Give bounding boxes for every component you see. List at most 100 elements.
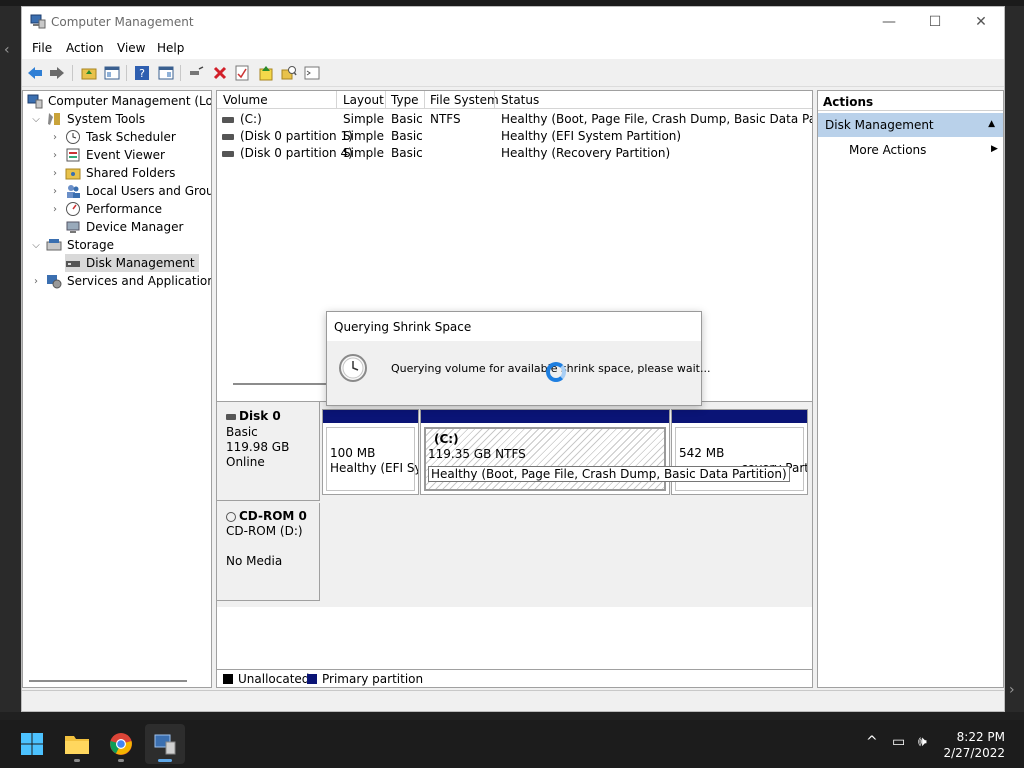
delete-button[interactable]: [210, 63, 230, 83]
cd-icon: [226, 511, 236, 522]
clock-time: 8:22 PM: [956, 730, 1005, 744]
disk-0-label[interactable]: Disk 0 Basic 119.98 GB Online: [217, 402, 320, 501]
tree-label: Performance: [86, 202, 163, 216]
properties-button[interactable]: [232, 63, 252, 83]
close-button[interactable]: ✕: [958, 7, 1004, 37]
file-explorer-button[interactable]: [57, 724, 97, 764]
disk-0-state: Online: [226, 455, 265, 469]
tree-node-device-manager[interactable]: Device Manager: [65, 218, 183, 236]
action-pane-button[interactable]: [156, 63, 176, 83]
expand-chevron-icon[interactable]: ›: [31, 272, 41, 290]
connect-drive-button[interactable]: [186, 63, 206, 83]
chrome-button[interactable]: [101, 724, 141, 764]
partition-size: 100 MB: [330, 446, 376, 460]
device-manager-icon: [65, 219, 81, 235]
column-divider[interactable]: [424, 91, 425, 109]
performance-icon: [65, 201, 81, 217]
network-icon[interactable]: ▭: [892, 734, 905, 750]
menu-file[interactable]: File: [32, 41, 52, 55]
menu-action[interactable]: Action: [66, 41, 104, 55]
table-row[interactable]: (C:) Simple Basic NTFS Healthy (Boot, Pa…: [217, 111, 812, 128]
expand-chevron-icon[interactable]: ›: [50, 200, 60, 218]
tree-horizontal-scrollbar[interactable]: [29, 680, 187, 682]
collapse-chevron-icon[interactable]: ⌵: [31, 110, 41, 128]
primary-partition-band: [421, 410, 669, 423]
column-divider[interactable]: [385, 91, 386, 109]
type-cell: Basic: [391, 112, 423, 126]
expand-chevron-icon[interactable]: ›: [50, 164, 60, 182]
tree-label: System Tools: [67, 112, 146, 126]
tree-label: Event Viewer: [86, 148, 165, 162]
column-header-status[interactable]: Status: [501, 93, 539, 107]
help-button[interactable]: ?: [132, 63, 152, 83]
shared-folder-icon: [65, 165, 81, 181]
export-button[interactable]: [256, 63, 276, 83]
console-window-icon: [304, 66, 320, 80]
partition-legend: Unallocated Primary partition: [217, 669, 812, 687]
menu-view[interactable]: View: [117, 41, 145, 55]
partition-tooltip: Healthy (Boot, Page File, Crash Dump, Ba…: [428, 466, 790, 482]
type-cell: Basic: [391, 129, 423, 143]
svg-text:?: ?: [139, 67, 145, 80]
tree-node-shared-folders[interactable]: Shared Folders: [65, 164, 175, 182]
tree-node-system-tools[interactable]: System Tools: [46, 110, 145, 128]
actions-section-disk-management[interactable]: Disk Management ▲: [818, 113, 1003, 137]
partition-body: 100 MB Healthy (EFI Sys: [326, 427, 418, 491]
start-button[interactable]: [12, 724, 52, 764]
partition-efi[interactable]: 100 MB Healthy (EFI Sys: [322, 409, 419, 495]
expand-chevron-icon[interactable]: ›: [50, 128, 60, 146]
status-cell: Healthy (EFI System Partition): [501, 129, 682, 143]
table-row[interactable]: (Disk 0 partition 4) Simple Basic Health…: [217, 145, 812, 162]
partition-c[interactable]: (C:) 119.35 GB NTFS: [420, 409, 670, 495]
column-header-layout[interactable]: Layout: [343, 93, 384, 107]
column-header-file-system[interactable]: File System: [430, 93, 499, 107]
collapse-up-icon[interactable]: ▲: [988, 119, 995, 129]
tree-node-event-viewer[interactable]: Event Viewer: [65, 146, 165, 164]
volume-cell: (Disk 0 partition 4): [222, 146, 353, 160]
column-divider[interactable]: [494, 91, 495, 109]
tree-node-task-scheduler[interactable]: Task Scheduler: [65, 128, 176, 146]
console-button[interactable]: [302, 63, 322, 83]
computer-management-taskbar-button[interactable]: [145, 724, 185, 764]
tree-node-services[interactable]: Services and Applications: [46, 272, 212, 290]
volume-cell: (Disk 0 partition 1): [222, 129, 353, 143]
tree-node-performance[interactable]: Performance: [65, 200, 162, 218]
status-cell: Healthy (Recovery Partition): [501, 146, 671, 160]
maximize-button[interactable]: ☐: [912, 7, 958, 37]
tree-node-local-users[interactable]: Local Users and Groups: [65, 182, 211, 200]
cdrom-0-label[interactable]: CD-ROM 0 CD-ROM (D:) No Media: [217, 503, 320, 601]
expand-chevron-icon[interactable]: ›: [50, 146, 60, 164]
up-folder-button[interactable]: [79, 63, 99, 83]
volume-icon[interactable]: 🕪: [918, 734, 927, 750]
disk-0-size: 119.98 GB: [226, 440, 290, 454]
tree-node-disk-management[interactable]: Disk Management: [65, 254, 199, 272]
forward-button[interactable]: [47, 63, 67, 83]
layout-cell: Simple: [343, 129, 384, 143]
column-header-volume[interactable]: Volume: [223, 93, 268, 107]
partition-recovery[interactable]: 542 MB covery Part: [671, 409, 808, 495]
running-indicator: [118, 759, 124, 762]
expand-chevron-icon[interactable]: ›: [50, 182, 60, 200]
taskbar-clock[interactable]: 8:22 PM 2/27/2022: [943, 729, 1005, 761]
minimize-button[interactable]: —: [866, 7, 912, 37]
back-button[interactable]: [25, 63, 45, 83]
column-divider[interactable]: [336, 91, 337, 109]
tree-node-root[interactable]: Computer Management (Local: [27, 92, 211, 110]
show-hidden-icons-chevron-icon[interactable]: ^: [866, 734, 878, 750]
folder-up-icon: [81, 68, 97, 80]
column-header-type[interactable]: Type: [391, 93, 419, 107]
search-button[interactable]: [279, 63, 299, 83]
tree-node-storage[interactable]: Storage: [46, 236, 114, 254]
disk-0-type: Basic: [226, 425, 258, 439]
menu-help[interactable]: Help: [157, 41, 184, 55]
help-icon: ?: [135, 66, 149, 80]
table-row[interactable]: (Disk 0 partition 1) Simple Basic Health…: [217, 128, 812, 145]
menu-bar: File Action View Help: [22, 37, 1004, 59]
tree-label: Services and Applications: [67, 274, 212, 288]
title-bar[interactable]: Computer Management — ☐ ✕: [22, 7, 1004, 37]
more-actions-link[interactable]: More Actions: [849, 143, 926, 157]
cdrom-0-media: No Media: [226, 554, 283, 568]
volume-list-scrollbar[interactable]: [233, 383, 333, 385]
show-hide-tree-button[interactable]: [102, 63, 122, 83]
collapse-chevron-icon[interactable]: ⌵: [31, 236, 41, 254]
